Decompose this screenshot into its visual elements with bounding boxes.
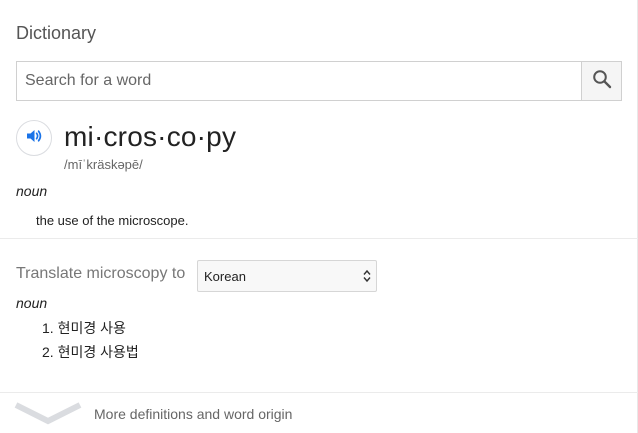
translation-item: 2. 현미경 사용법 <box>42 344 139 360</box>
dictionary-title: Dictionary <box>16 23 97 43</box>
selected-language: Korean <box>204 269 246 284</box>
translation-part-of-speech: noun <box>16 295 48 311</box>
definition-text: the use of the microscope. <box>36 213 189 228</box>
more-definitions-link[interactable]: More definitions and word origin <box>0 393 638 433</box>
phonetic-spelling: /mīˈkräskəpē/ <box>64 157 143 172</box>
translate-label: Translate microscopy to <box>16 265 186 282</box>
search-input[interactable] <box>16 61 581 101</box>
headword: mi·cros·co·py <box>64 121 237 152</box>
pronunciation-button[interactable] <box>16 120 52 156</box>
more-definitions-label: More definitions and word origin <box>94 406 293 422</box>
search-button[interactable] <box>581 61 622 101</box>
translation-list: 1. 현미경 사용 2. 현미경 사용법 <box>42 320 139 368</box>
speaker-icon <box>24 126 44 151</box>
chevron-down-icon <box>14 399 82 430</box>
search-bar <box>16 61 622 101</box>
section-divider <box>0 238 638 239</box>
language-select[interactable]: Korean <box>197 260 377 292</box>
select-arrows-icon <box>362 268 372 284</box>
dictionary-card: Dictionary mi·cros·co·py /mīˈkräskəpē/ n… <box>0 0 638 433</box>
search-icon <box>592 69 612 94</box>
translation-item: 1. 현미경 사용 <box>42 320 126 336</box>
part-of-speech: noun <box>16 183 48 199</box>
